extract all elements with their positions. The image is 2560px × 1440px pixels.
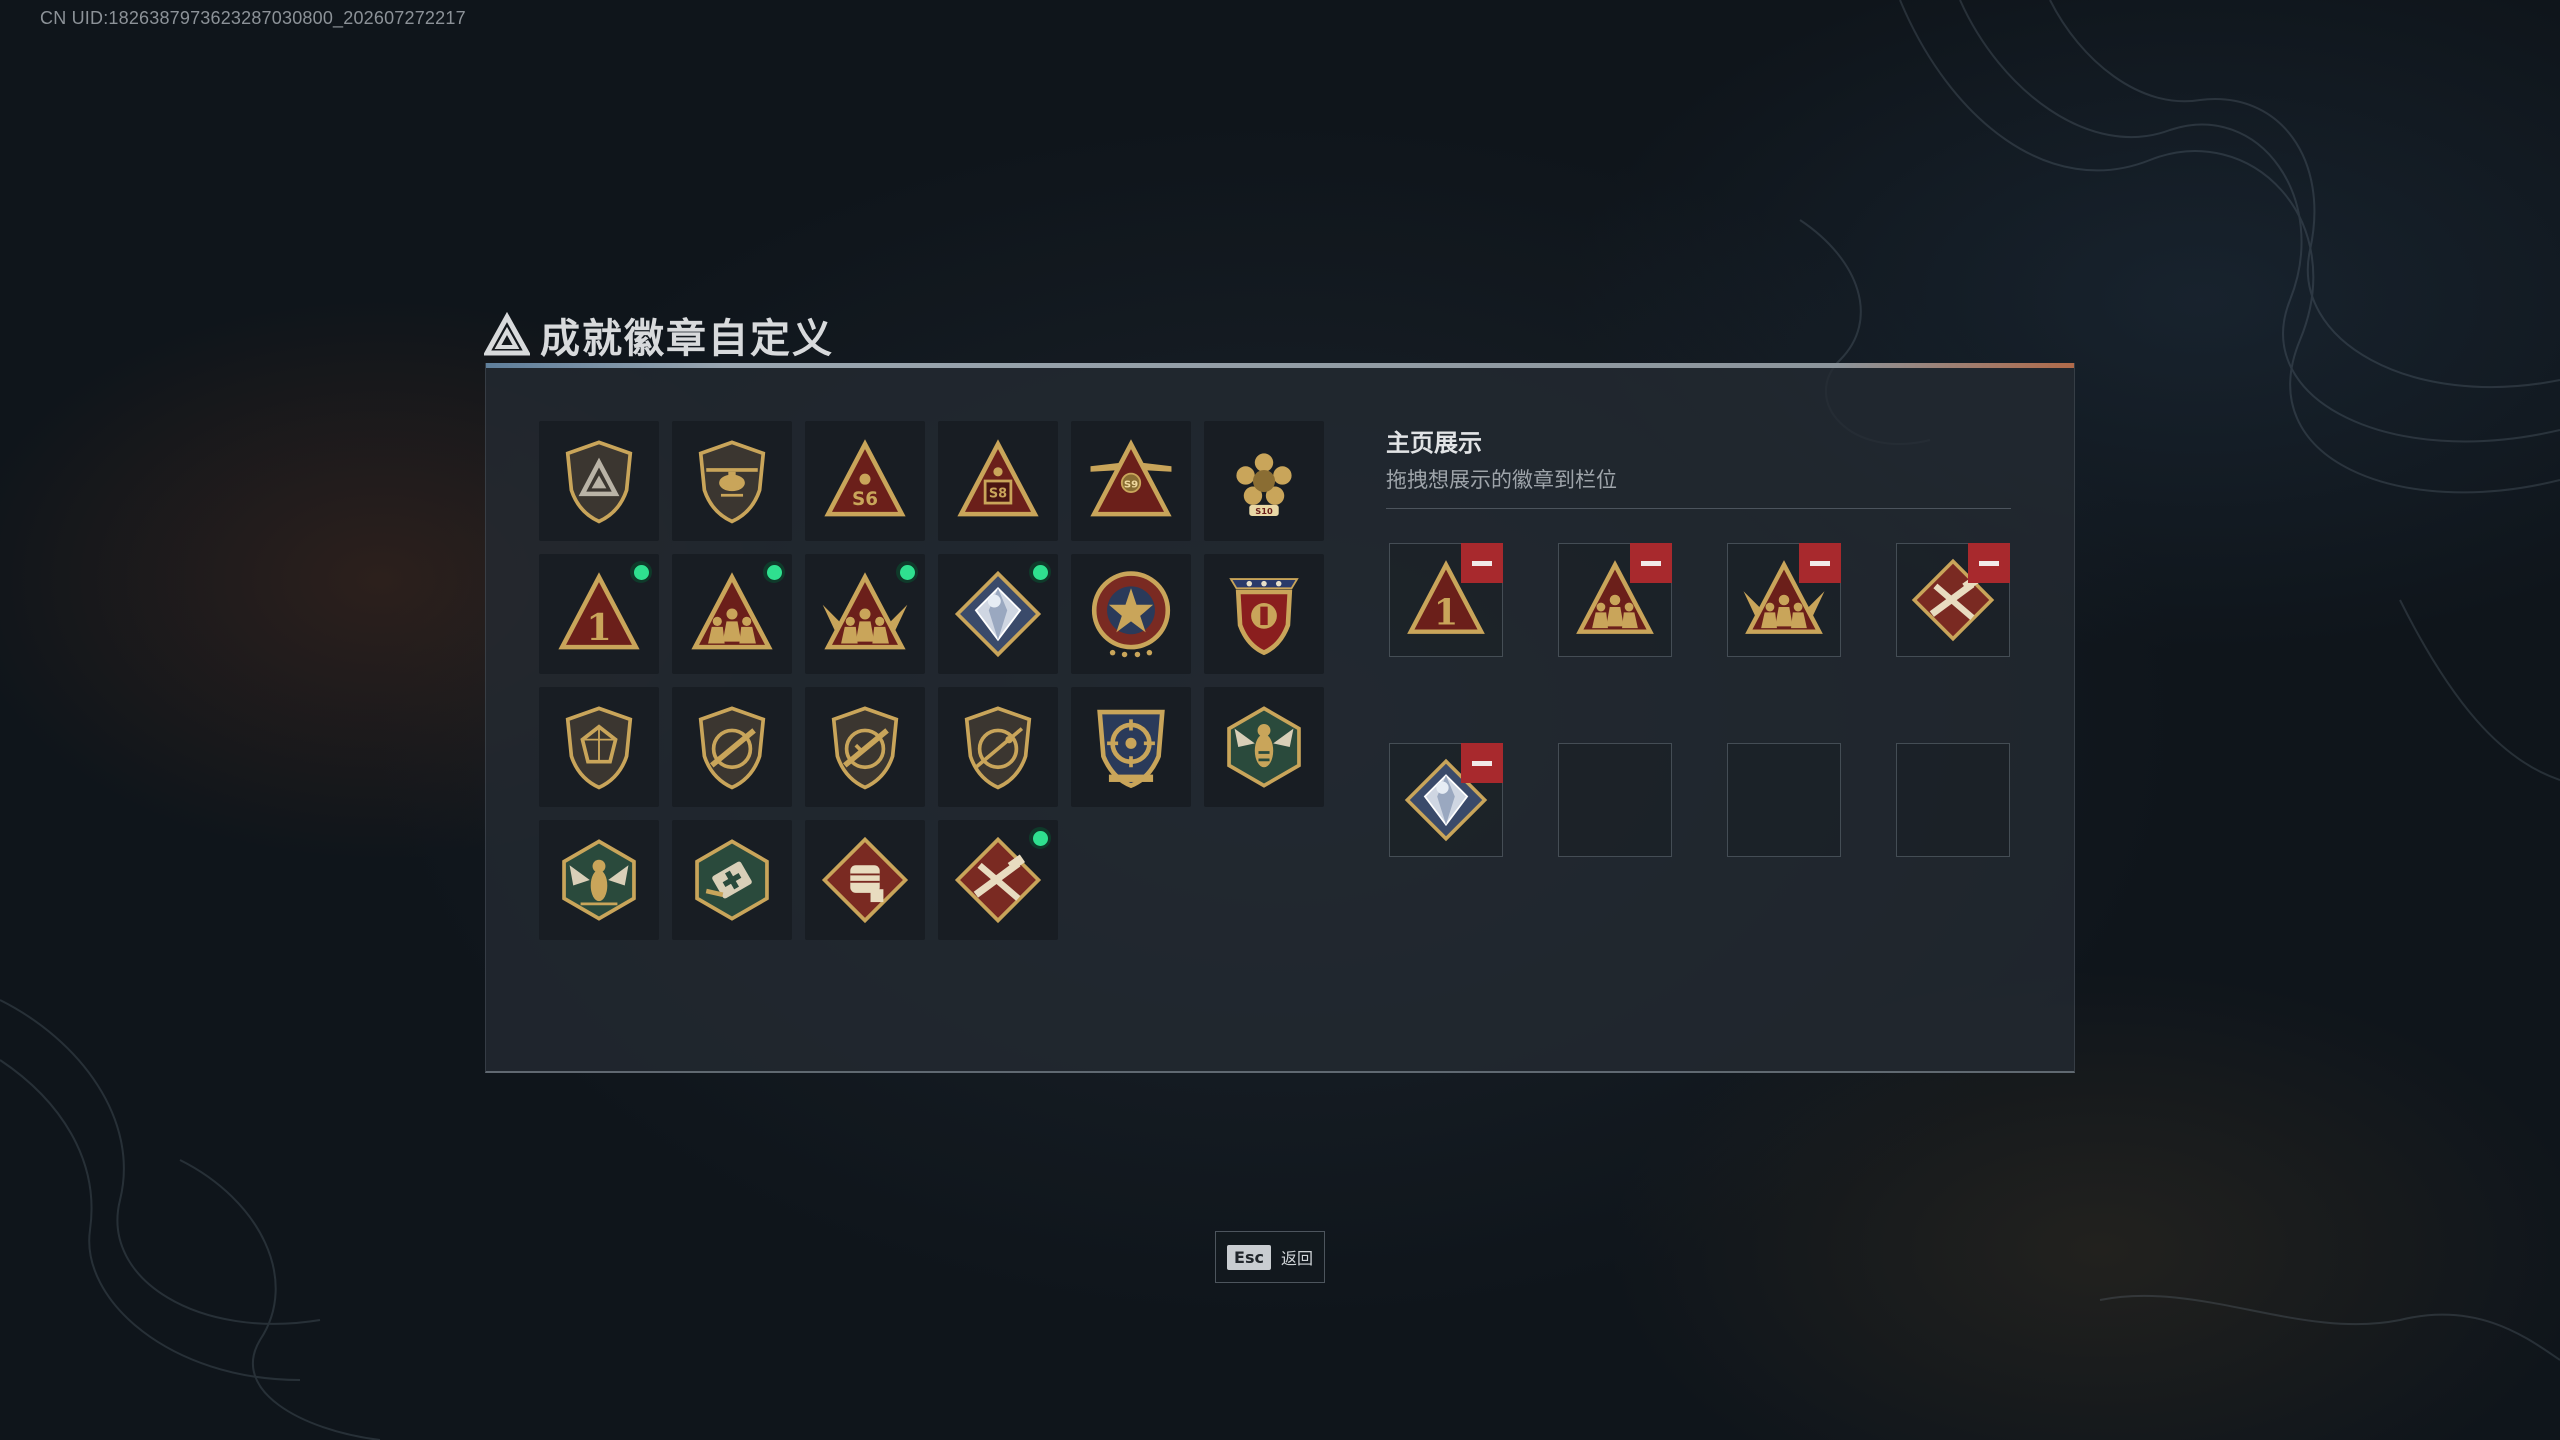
showcase-slot-empty[interactable] <box>1558 743 1672 857</box>
showcase-divider <box>1386 508 2011 509</box>
page-header: 成就徽章自定义 <box>484 306 834 364</box>
rank-1-triangle-badge: 1 <box>558 572 640 650</box>
remove-badge-button[interactable] <box>1630 543 1672 583</box>
s10-laurel-badge: S10 <box>1236 453 1292 516</box>
svg-text:S8: S8 <box>989 487 1007 502</box>
showcase-slot-filled[interactable] <box>1727 543 1841 657</box>
crystal-diamond-badge <box>954 570 1042 658</box>
badge-cell[interactable] <box>672 554 792 674</box>
crossed-tools-diamond-badge <box>954 836 1042 924</box>
triangle-logo-icon <box>484 312 530 356</box>
remove-badge-button[interactable] <box>1461 743 1503 783</box>
remove-badge-button[interactable] <box>1461 543 1503 583</box>
svg-text:S9: S9 <box>1124 479 1138 490</box>
helicopter-shield-badge <box>698 440 766 524</box>
rifle-shield-badge-2 <box>831 706 899 790</box>
s6-triangle-badge: S6 <box>824 439 906 517</box>
badge-cell[interactable] <box>938 687 1058 807</box>
showcase-subtitle: 拖拽想展示的徽章到栏位 <box>1386 468 1617 492</box>
badge-cell[interactable] <box>672 820 792 940</box>
target-crest-badge <box>1097 709 1165 789</box>
new-indicator-dot <box>763 561 785 583</box>
badge-cell[interactable] <box>539 421 659 541</box>
page-title: 成就徽章自定义 <box>540 316 834 362</box>
svg-text:S6: S6 <box>852 489 878 510</box>
fist-diamond-badge <box>821 836 909 924</box>
badge-cell[interactable] <box>672 687 792 807</box>
new-indicator-dot <box>630 561 652 583</box>
wasp-hexagon-badge-2 <box>562 839 636 921</box>
s9-winged-triangle-badge: S9 <box>1090 439 1172 517</box>
showcase-slot-filled[interactable] <box>1558 543 1672 657</box>
elite-squad-triangle-badge <box>822 572 908 650</box>
royal-crest-badge <box>1229 578 1299 656</box>
badge-cell[interactable] <box>1071 554 1191 674</box>
badge-cell[interactable] <box>938 820 1058 940</box>
new-indicator-dot <box>1029 561 1051 583</box>
badge-cell[interactable] <box>539 687 659 807</box>
svg-text:1: 1 <box>586 605 612 649</box>
sniper-shield-badge <box>964 706 1032 790</box>
remove-badge-button[interactable] <box>1968 543 2010 583</box>
badge-cell[interactable] <box>805 820 925 940</box>
badge-customize-panel: S6 S8 S9 S10 1 主页展示 拖拽想展示的徽章到栏位 1 <box>485 363 2075 1073</box>
svg-text:S10: S10 <box>1255 506 1273 516</box>
esc-key-hint: Esc <box>1227 1244 1271 1270</box>
showcase-slots: 1 <box>1389 543 2010 857</box>
panel-top-bar <box>486 363 2074 368</box>
new-indicator-dot <box>896 561 918 583</box>
showcase-slot-empty[interactable] <box>1727 743 1841 857</box>
rifle-shield-badge <box>698 706 766 790</box>
badge-cell[interactable] <box>539 820 659 940</box>
medkit-hexagon-badge <box>695 839 769 921</box>
shield-triangle-badge <box>565 440 633 524</box>
showcase-title: 主页展示 <box>1386 429 1482 457</box>
badge-cell[interactable] <box>1204 554 1324 674</box>
badge-cell[interactable]: S8 <box>938 421 1058 541</box>
badge-cell[interactable] <box>938 554 1058 674</box>
star-medal-badge <box>1091 571 1171 658</box>
homepage-showcase: 主页展示 拖拽想展示的徽章到栏位 1 <box>1386 423 2011 857</box>
showcase-slot-empty[interactable] <box>1896 743 2010 857</box>
badge-cell[interactable] <box>1071 687 1191 807</box>
badge-cell[interactable]: S10 <box>1204 421 1324 541</box>
badge-cell[interactable] <box>805 687 925 807</box>
squad-triangle-badge <box>691 572 773 650</box>
badge-cell[interactable]: 1 <box>539 554 659 674</box>
wasp-hexagon-badge <box>1227 706 1301 788</box>
showcase-slot-filled[interactable] <box>1389 743 1503 857</box>
svg-text:1: 1 <box>1434 593 1458 634</box>
showcase-slot-filled[interactable]: 1 <box>1389 543 1503 657</box>
badge-cell[interactable] <box>672 421 792 541</box>
new-indicator-dot <box>1029 827 1051 849</box>
badge-cell[interactable] <box>1204 687 1324 807</box>
badge-cell[interactable]: S9 <box>1071 421 1191 541</box>
gem-shield-badge <box>565 706 633 790</box>
badge-cell[interactable] <box>805 554 925 674</box>
showcase-slot-filled[interactable] <box>1896 543 2010 657</box>
badge-grid: S6 S8 S9 S10 1 <box>539 421 1324 940</box>
s8-triangle-badge: S8 <box>957 439 1039 517</box>
back-label: 返回 <box>1280 1249 1313 1268</box>
uid-label: CN UID:1826387973623287030800_2026072722… <box>40 8 466 28</box>
remove-badge-button[interactable] <box>1799 543 1841 583</box>
badge-cell[interactable]: S6 <box>805 421 925 541</box>
back-button[interactable]: Esc 返回 <box>1215 1231 1325 1283</box>
